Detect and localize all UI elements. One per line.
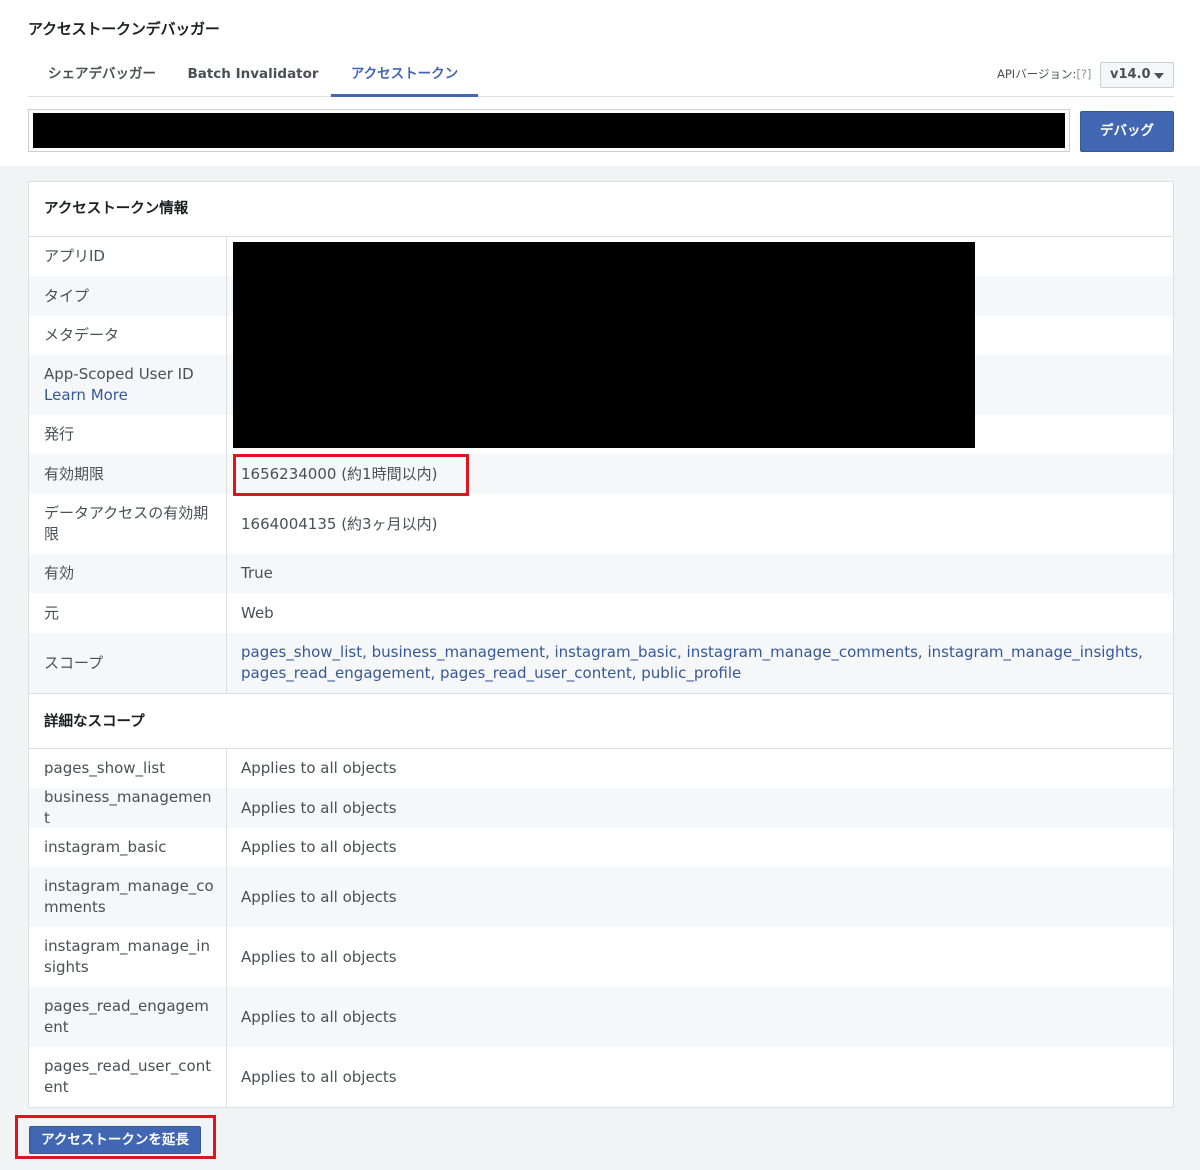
top-panel: アクセストークンデバッガー シェアデバッガー Batch Invalidator…: [0, 0, 1200, 166]
info-key: スコープ: [29, 633, 227, 693]
info-value: Web: [241, 603, 274, 622]
scope-links[interactable]: pages_show_list, business_management, in…: [241, 633, 1159, 693]
extend-token-button[interactable]: アクセストークンを延長: [29, 1126, 201, 1154]
info-row-expires: 有効期限 1656234000 (約1時間以内): [29, 454, 1173, 494]
detail-key: instagram_manage_insights: [29, 927, 227, 987]
info-key: App-Scoped User ID: [44, 365, 194, 383]
detail-row: pages_read_user_content Applies to all o…: [29, 1047, 1173, 1107]
detail-row: business_management Applies to all objec…: [29, 788, 1173, 828]
expires-highlight-box: [233, 454, 469, 496]
detail-row: pages_read_engagement Applies to all obj…: [29, 987, 1173, 1047]
detail-value: Applies to all objects: [241, 947, 397, 966]
info-row-data-access-expires: データアクセスの有効期限 1664004135 (約3ヶ月以内): [29, 494, 1173, 554]
detail-value: Applies to all objects: [241, 798, 397, 817]
detail-row: instagram_manage_comments Applies to all…: [29, 867, 1173, 927]
detail-key: business_management: [29, 788, 227, 828]
detail-key: pages_read_user_content: [29, 1047, 227, 1107]
api-version-label: APIバージョン:[?]: [997, 66, 1091, 82]
detail-key: pages_show_list: [29, 749, 227, 788]
detail-value: Applies to all objects: [241, 759, 397, 777]
info-value: True: [241, 564, 273, 582]
learn-more-link[interactable]: Learn More: [44, 385, 216, 406]
redacted-info-block: [233, 242, 975, 448]
info-key: 有効期限: [29, 454, 227, 494]
api-version-help-link[interactable]: [?]: [1076, 67, 1091, 81]
tab-batch-invalidator[interactable]: Batch Invalidator: [176, 54, 330, 97]
info-section-title: アクセストークン情報: [29, 182, 1173, 237]
tab-share-debugger[interactable]: シェアデバッガー: [28, 54, 176, 97]
info-key: 元: [29, 593, 227, 633]
access-token-input[interactable]: [28, 109, 1070, 152]
detail-section-title: 詳細なスコープ: [29, 693, 1173, 749]
info-key: タイプ: [29, 276, 227, 316]
api-version-value: v14.0: [1110, 67, 1151, 82]
info-key-wrapper: App-Scoped User ID Learn More: [29, 355, 227, 415]
detail-value: Applies to all objects: [241, 838, 397, 856]
api-version-text: APIバージョン:: [997, 67, 1077, 81]
chevron-down-icon: [1154, 73, 1164, 79]
detail-key: instagram_manage_comments: [29, 867, 227, 927]
detail-row: instagram_basic Applies to all objects: [29, 828, 1173, 867]
info-key: メタデータ: [29, 316, 227, 355]
info-row-valid: 有効 True: [29, 554, 1173, 593]
detail-value: Applies to all objects: [241, 1007, 397, 1026]
api-version-select[interactable]: v14.0: [1100, 62, 1174, 88]
detail-row: instagram_manage_insights Applies to all…: [29, 927, 1173, 987]
detail-key: pages_read_engagement: [29, 987, 227, 1047]
page-title: アクセストークンデバッガー: [28, 20, 220, 38]
debug-button[interactable]: デバッグ: [1080, 111, 1174, 152]
detail-value: Applies to all objects: [241, 1067, 397, 1086]
redacted-token: [33, 113, 1065, 148]
info-key: 発行: [29, 415, 227, 454]
detail-row: pages_show_list Applies to all objects: [29, 749, 1173, 788]
detail-value: Applies to all objects: [241, 887, 397, 906]
info-key: 有効: [29, 554, 227, 593]
info-key: データアクセスの有効期限: [29, 494, 227, 554]
detail-key: instagram_basic: [29, 828, 227, 867]
info-value: 1664004135 (約3ヶ月以内): [241, 514, 438, 533]
info-key: アプリID: [29, 237, 227, 276]
info-row-scopes: スコープ pages_show_list, business_managemen…: [29, 633, 1173, 693]
info-row-origin: 元 Web: [29, 593, 1173, 633]
tab-access-token[interactable]: アクセストークン: [331, 54, 478, 97]
